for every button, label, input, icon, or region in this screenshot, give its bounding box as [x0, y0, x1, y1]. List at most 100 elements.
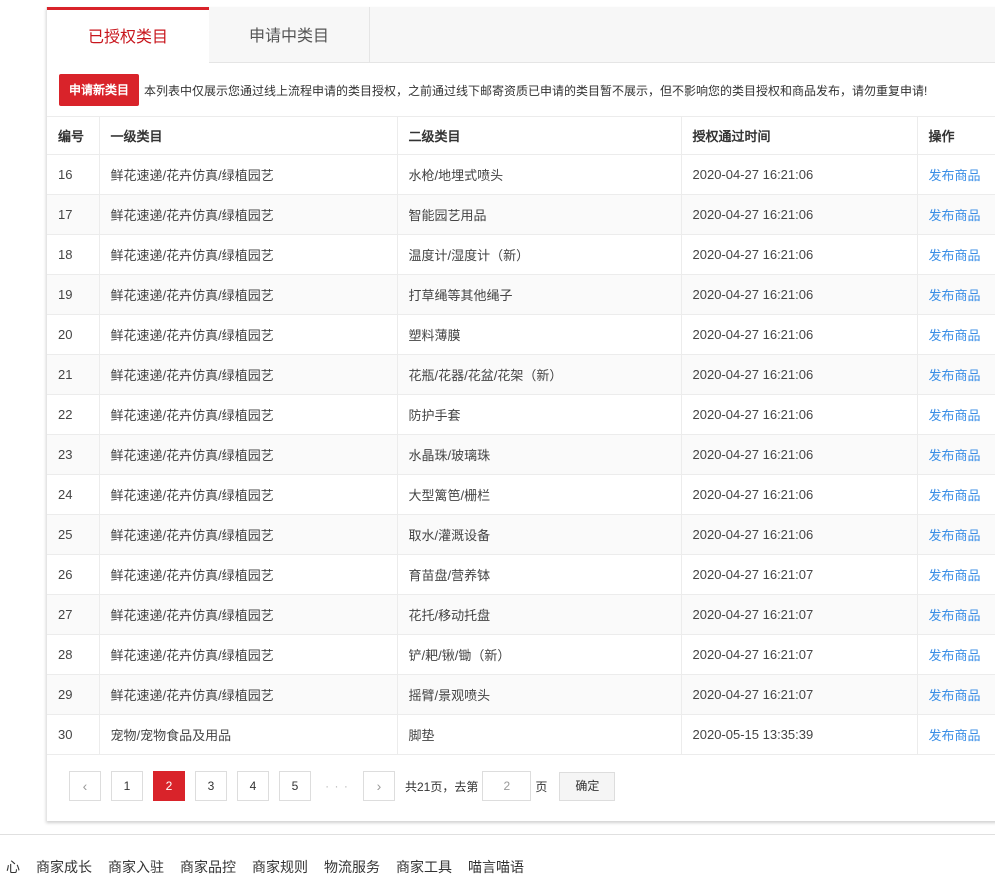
header-level1-category: 一级类目: [99, 116, 398, 155]
cell-id: 18: [47, 234, 100, 275]
page-suffix-text: 页: [535, 779, 548, 794]
cell-level2-category: 花托/移动托盘: [397, 594, 682, 635]
cell-approved-time: 2020-04-27 16:21:06: [681, 434, 918, 475]
prev-page-button[interactable]: ‹: [69, 771, 101, 801]
cell-action: 发布商品: [917, 594, 995, 635]
cell-id: 30: [47, 714, 100, 755]
footer-link[interactable]: 商家成长: [36, 857, 92, 877]
cell-id: 19: [47, 274, 100, 315]
footer-link[interactable]: 物流服务: [324, 857, 380, 877]
publish-product-link[interactable]: 发布商品: [929, 688, 981, 703]
cell-approved-time: 2020-04-27 16:21:07: [681, 594, 918, 635]
pagination: ‹ 1 2 3 4 5 · · · › 共21页，去第 页 确定: [69, 771, 616, 801]
cell-id: 25: [47, 514, 100, 555]
cell-level1-category: 鲜花速递/花卉仿真/绿植园艺: [99, 434, 398, 475]
tab-bar: 已授权类目 申请中类目: [47, 7, 995, 64]
tab-authorized-categories[interactable]: 已授权类目: [47, 7, 209, 64]
table-row: 28 鲜花速递/花卉仿真/绿植园艺 铲/耙/锹/锄（新） 2020-04-27 16:…: [47, 634, 995, 675]
table-row: 25 鲜花速递/花卉仿真/绿植园艺 取水/灌溉设备 2020-04-27 16:21:…: [47, 514, 995, 555]
cell-action: 发布商品: [917, 354, 995, 395]
page-button-2[interactable]: 2: [153, 771, 185, 801]
table-row: 23 鲜花速递/花卉仿真/绿植园艺 水晶珠/玻璃珠 2020-04-27 16:21:…: [47, 434, 995, 475]
footer-link[interactable]: 商家工具: [396, 857, 452, 877]
publish-product-link[interactable]: 发布商品: [929, 368, 981, 383]
publish-product-link[interactable]: 发布商品: [929, 568, 981, 583]
header-id: 编号: [47, 116, 100, 155]
footer-link[interactable]: 商家品控: [180, 857, 236, 877]
cell-level2-category: 铲/耙/锹/锄（新）: [397, 634, 682, 675]
cell-approved-time: 2020-05-15 13:35:39: [681, 714, 918, 755]
cell-action: 发布商品: [917, 634, 995, 675]
cell-level1-category: 鲜花速递/花卉仿真/绿植园艺: [99, 634, 398, 675]
cell-level1-category: 鲜花速递/花卉仿真/绿植园艺: [99, 314, 398, 355]
publish-product-link[interactable]: 发布商品: [929, 448, 981, 463]
table-row: 29 鲜花速递/花卉仿真/绿植园艺 摇臂/景观喷头 2020-04-27 16:21:…: [47, 674, 995, 715]
cell-action: 发布商品: [917, 674, 995, 715]
cell-approved-time: 2020-04-27 16:21:07: [681, 634, 918, 675]
cell-level1-category: 鲜花速递/花卉仿真/绿植园艺: [99, 274, 398, 315]
cell-level1-category: 鲜花速递/花卉仿真/绿植园艺: [99, 154, 398, 195]
cell-approved-time: 2020-04-27 16:21:06: [681, 354, 918, 395]
cell-level2-category: 取水/灌溉设备: [397, 514, 682, 555]
publish-product-link[interactable]: 发布商品: [929, 328, 981, 343]
footer-link[interactable]: 心: [6, 857, 20, 877]
total-pages-text: 共21页，去第: [405, 779, 479, 794]
table-row: 16 鲜花速递/花卉仿真/绿植园艺 水枪/地埋式喷头 2020-04-27 16:21…: [47, 154, 995, 195]
page-button-3[interactable]: 3: [195, 771, 227, 801]
footer-link[interactable]: 商家规则: [252, 857, 308, 877]
cell-level2-category: 打草绳等其他绳子: [397, 274, 682, 315]
goto-page-input[interactable]: [482, 771, 532, 801]
publish-product-link[interactable]: 发布商品: [929, 528, 981, 543]
cell-action: 发布商品: [917, 474, 995, 515]
publish-product-link[interactable]: 发布商品: [929, 408, 981, 423]
table-row: 20 鲜花速递/花卉仿真/绿植园艺 塑料薄膜 2020-04-27 16:21:06 发…: [47, 314, 995, 355]
publish-product-link[interactable]: 发布商品: [929, 648, 981, 663]
cell-level2-category: 花瓶/花器/花盆/花架（新）: [397, 354, 682, 395]
cell-approved-time: 2020-04-27 16:21:07: [681, 554, 918, 595]
cell-level2-category: 智能园艺用品: [397, 194, 682, 235]
cell-level2-category: 水枪/地埋式喷头: [397, 154, 682, 195]
page-button-4[interactable]: 4: [237, 771, 269, 801]
cell-level1-category: 鲜花速递/花卉仿真/绿植园艺: [99, 554, 398, 595]
table-row: 27 鲜花速递/花卉仿真/绿植园艺 花托/移动托盘 2020-04-27 16:21:…: [47, 594, 995, 635]
cell-approved-time: 2020-04-27 16:21:06: [681, 234, 918, 275]
table-body: 16 鲜花速递/花卉仿真/绿植园艺 水枪/地埋式喷头 2020-04-27 16:21…: [47, 154, 995, 755]
cell-action: 发布商品: [917, 154, 995, 195]
tab-applying-categories[interactable]: 申请中类目: [209, 7, 370, 63]
publish-product-link[interactable]: 发布商品: [929, 208, 981, 223]
page-button-1[interactable]: 1: [111, 771, 143, 801]
cell-id: 20: [47, 314, 100, 355]
footer-link[interactable]: 喵言喵语: [468, 857, 524, 877]
publish-product-link[interactable]: 发布商品: [929, 288, 981, 303]
cell-approved-time: 2020-04-27 16:21:06: [681, 314, 918, 355]
cell-id: 21: [47, 354, 100, 395]
footer-link[interactable]: 商家入驻: [108, 857, 164, 877]
next-page-button[interactable]: ›: [363, 771, 395, 801]
page-ellipsis: · · ·: [325, 779, 349, 793]
cell-level1-category: 鲜花速递/花卉仿真/绿植园艺: [99, 514, 398, 555]
cell-id: 26: [47, 554, 100, 595]
cell-level2-category: 育苗盘/营养钵: [397, 554, 682, 595]
table-row: 26 鲜花速递/花卉仿真/绿植园艺 育苗盘/营养钵 2020-04-27 16:21:…: [47, 554, 995, 595]
publish-product-link[interactable]: 发布商品: [929, 608, 981, 623]
cell-approved-time: 2020-04-27 16:21:06: [681, 514, 918, 555]
apply-new-category-button[interactable]: 申请新类目: [59, 74, 140, 106]
table-row: 19 鲜花速递/花卉仿真/绿植园艺 打草绳等其他绳子 2020-04-27 16:21…: [47, 274, 995, 315]
cell-level1-category: 鲜花速递/花卉仿真/绿植园艺: [99, 474, 398, 515]
publish-product-link[interactable]: 发布商品: [929, 728, 981, 743]
page-button-5[interactable]: 5: [279, 771, 311, 801]
cell-action: 发布商品: [917, 394, 995, 435]
cell-action: 发布商品: [917, 194, 995, 235]
cell-level2-category: 塑料薄膜: [397, 314, 682, 355]
publish-product-link[interactable]: 发布商品: [929, 248, 981, 263]
publish-product-link[interactable]: 发布商品: [929, 168, 981, 183]
table-row: 18 鲜花速递/花卉仿真/绿植园艺 温度计/湿度计（新） 2020-04-27 16:…: [47, 234, 995, 275]
confirm-goto-button[interactable]: 确定: [559, 771, 616, 801]
publish-product-link[interactable]: 发布商品: [929, 488, 981, 503]
cell-id: 17: [47, 194, 100, 235]
cell-level1-category: 鲜花速递/花卉仿真/绿植园艺: [99, 354, 398, 395]
category-panel: 已授权类目 申请中类目 申请新类目 本列表中仅展示您通过线上流程申请的类目授权，…: [46, 7, 995, 821]
cell-approved-time: 2020-04-27 16:21:06: [681, 394, 918, 435]
cell-level1-category: 鲜花速递/花卉仿真/绿植园艺: [99, 234, 398, 275]
table-row: 22 鲜花速递/花卉仿真/绿植园艺 防护手套 2020-04-27 16:21:06 发…: [47, 394, 995, 435]
